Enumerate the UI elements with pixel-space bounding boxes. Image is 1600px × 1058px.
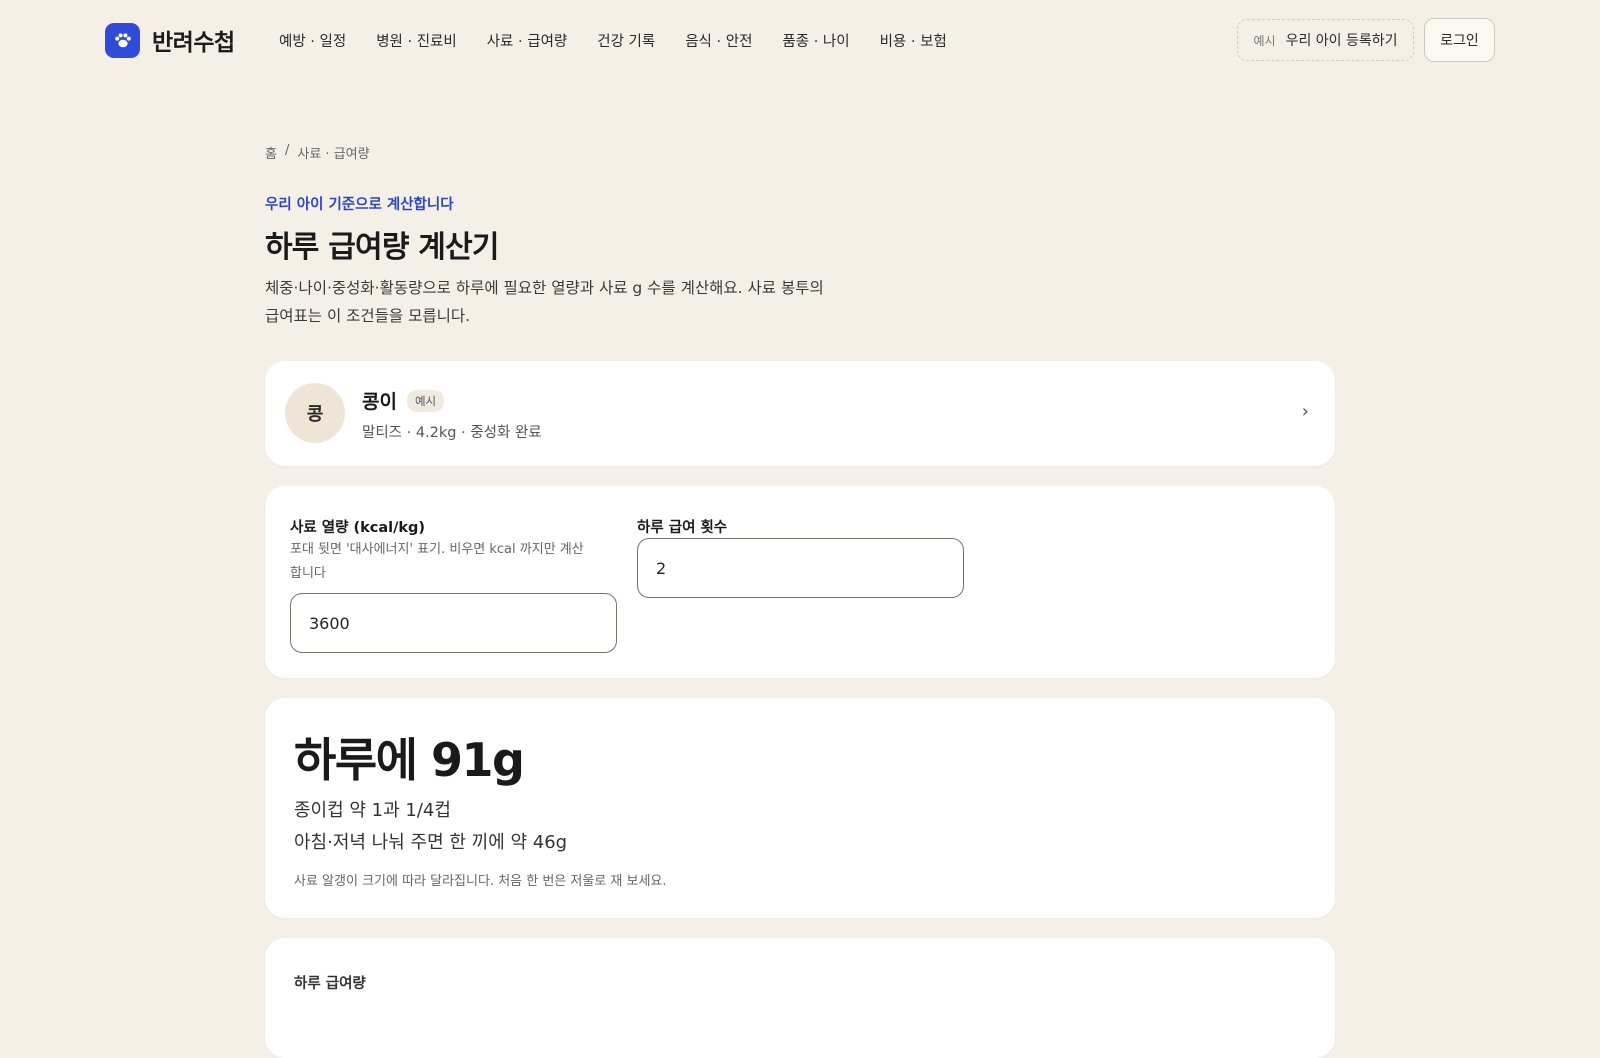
page-kicker: 우리 아이 기준으로 계산합니다 <box>265 197 454 213</box>
logo[interactable]: 반려수첩 <box>105 22 235 58</box>
chevron-right-icon: › <box>1301 401 1309 422</box>
daily-summary-card: 하루 급여량 <box>265 938 1335 1058</box>
feeding-input-card: 사료 열량 (kcal/kg) 포대 뒷면 '대사에너지' 표기. 비우면 kc… <box>265 486 1335 678</box>
register-pet-button[interactable]: 예시 우리 아이 등록하기 <box>1237 19 1414 61</box>
pet-meta: 말티즈 · 4.2kg · 중성화 완료 <box>362 425 542 441</box>
calorie-hint: 포대 뒷면 '대사에너지' 표기. 비우면 kcal 까지만 계산합니다 <box>290 542 584 581</box>
page-title: 하루 급여량 계산기 <box>265 230 500 265</box>
main-nav: 예방 · 일정 병원 · 진료비 사료 · 급여량 건강 기록 음식 · 안전 … <box>279 28 947 52</box>
breadcrumb-current: 사료 · 급여량 <box>297 147 370 162</box>
nav-item-hospital[interactable]: 병원 · 진료비 <box>376 30 457 51</box>
example-badge: 예시 <box>406 389 445 412</box>
meals-per-day-input[interactable] <box>637 538 964 598</box>
register-label: 우리 아이 등록하기 <box>1285 33 1398 49</box>
cups-equivalent: 종이컵 약 1과 1/4컵 <box>294 800 451 821</box>
page-description-line-1: 체중·나이·중성화·활동량으로 하루에 필요한 열량과 사료 g 수를 계산해요… <box>265 279 824 297</box>
nav-item-food-safety[interactable]: 음식 · 안전 <box>685 30 752 51</box>
result-card: 하루에 91g 종이컵 약 1과 1/4컵 아침·저녁 나눠 주면 한 끼에 약… <box>265 698 1335 918</box>
page-description-line-2: 급여표는 이 조건들을 모릅니다. <box>265 307 471 325</box>
pet-profile-card[interactable]: 콩 콩이 예시 말티즈 · 4.2kg · 중성화 완료 › <box>265 361 1335 466</box>
paw-icon <box>105 22 140 58</box>
result-note: 사료 알갱이 크기에 따라 달라집니다. 처음 한 번은 저울로 재 보세요. <box>294 874 667 889</box>
register-badge: 예시 <box>1253 33 1276 48</box>
meals-label: 하루 급여 횟수 <box>637 520 728 536</box>
pet-name: 콩이 <box>362 391 397 413</box>
nav-item-prevention[interactable]: 예방 · 일정 <box>279 30 346 51</box>
page-description: 체중·나이·중성화·활동량으로 하루에 필요한 열량과 사료 g 수를 계산해요… <box>265 274 865 330</box>
breadcrumb: 홈 / 사료 · 급여량 <box>265 143 370 162</box>
avatar: 콩 <box>285 383 345 443</box>
daily-amount-headline: 하루에 91g <box>294 733 525 787</box>
site-header: 반려수첩 예방 · 일정 병원 · 진료비 사료 · 급여량 건강 기록 음식 … <box>0 0 1600 80</box>
breadcrumb-home[interactable]: 홈 <box>265 143 277 162</box>
nav-item-health-records[interactable]: 건강 기록 <box>597 30 655 51</box>
breadcrumb-separator: / <box>284 143 290 158</box>
calorie-label: 사료 열량 (kcal/kg) <box>290 520 426 536</box>
app-name: 반려수첩 <box>152 30 235 56</box>
nav-item-cost-insurance[interactable]: 비용 · 보험 <box>880 30 947 51</box>
pet-name-row: 콩이 예시 <box>362 387 445 414</box>
login-button[interactable]: 로그인 <box>1424 18 1495 62</box>
calorie-input[interactable] <box>290 593 617 653</box>
daily-summary-label: 하루 급여량 <box>294 976 366 992</box>
nav-item-breed-age[interactable]: 품종 · 나이 <box>782 30 849 51</box>
per-meal-amount: 아침·저녁 나눠 주면 한 끼에 약 46g <box>294 832 568 853</box>
nav-item-feeding[interactable]: 사료 · 급여량 <box>487 30 568 51</box>
